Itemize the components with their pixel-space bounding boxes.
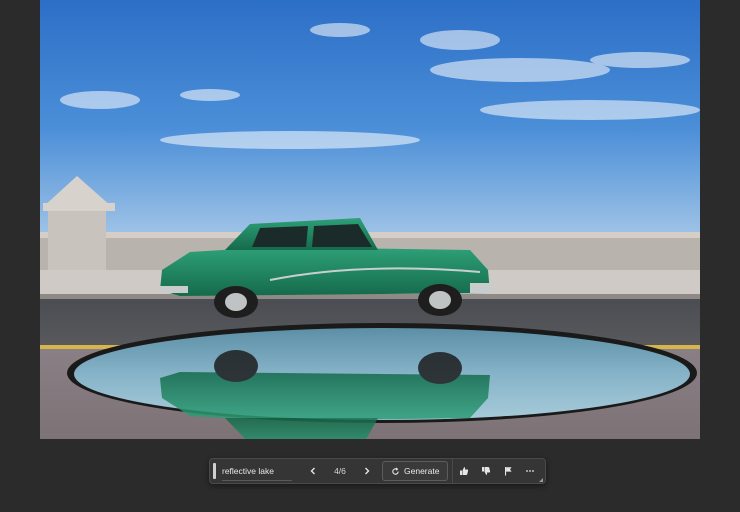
refresh-icon — [392, 467, 399, 475]
drag-handle-icon[interactable] — [213, 463, 216, 479]
dislike-button[interactable] — [475, 459, 497, 483]
chevron-right-icon — [365, 467, 370, 475]
flag-icon — [505, 467, 513, 476]
canvas-workspace — [0, 0, 740, 512]
thumbs-up-icon — [460, 467, 469, 475]
thumbs-down-icon — [482, 467, 491, 475]
like-button[interactable] — [453, 459, 475, 483]
previous-variation-button[interactable] — [302, 459, 324, 483]
generate-button[interactable]: Generate — [382, 461, 449, 481]
document-canvas[interactable] — [40, 0, 700, 439]
report-button[interactable] — [497, 459, 519, 483]
next-variation-button[interactable] — [356, 459, 378, 483]
photo-image — [40, 0, 700, 439]
contextual-taskbar: reflective lake 4/6 Generate — [209, 458, 546, 484]
chevron-left-icon — [310, 467, 315, 475]
prompt-input[interactable]: reflective lake — [222, 461, 292, 481]
generate-label: Generate — [404, 466, 440, 476]
more-icon — [526, 470, 535, 472]
variation-counter: 4/6 — [334, 466, 346, 476]
corner-indicator-icon — [539, 478, 543, 482]
